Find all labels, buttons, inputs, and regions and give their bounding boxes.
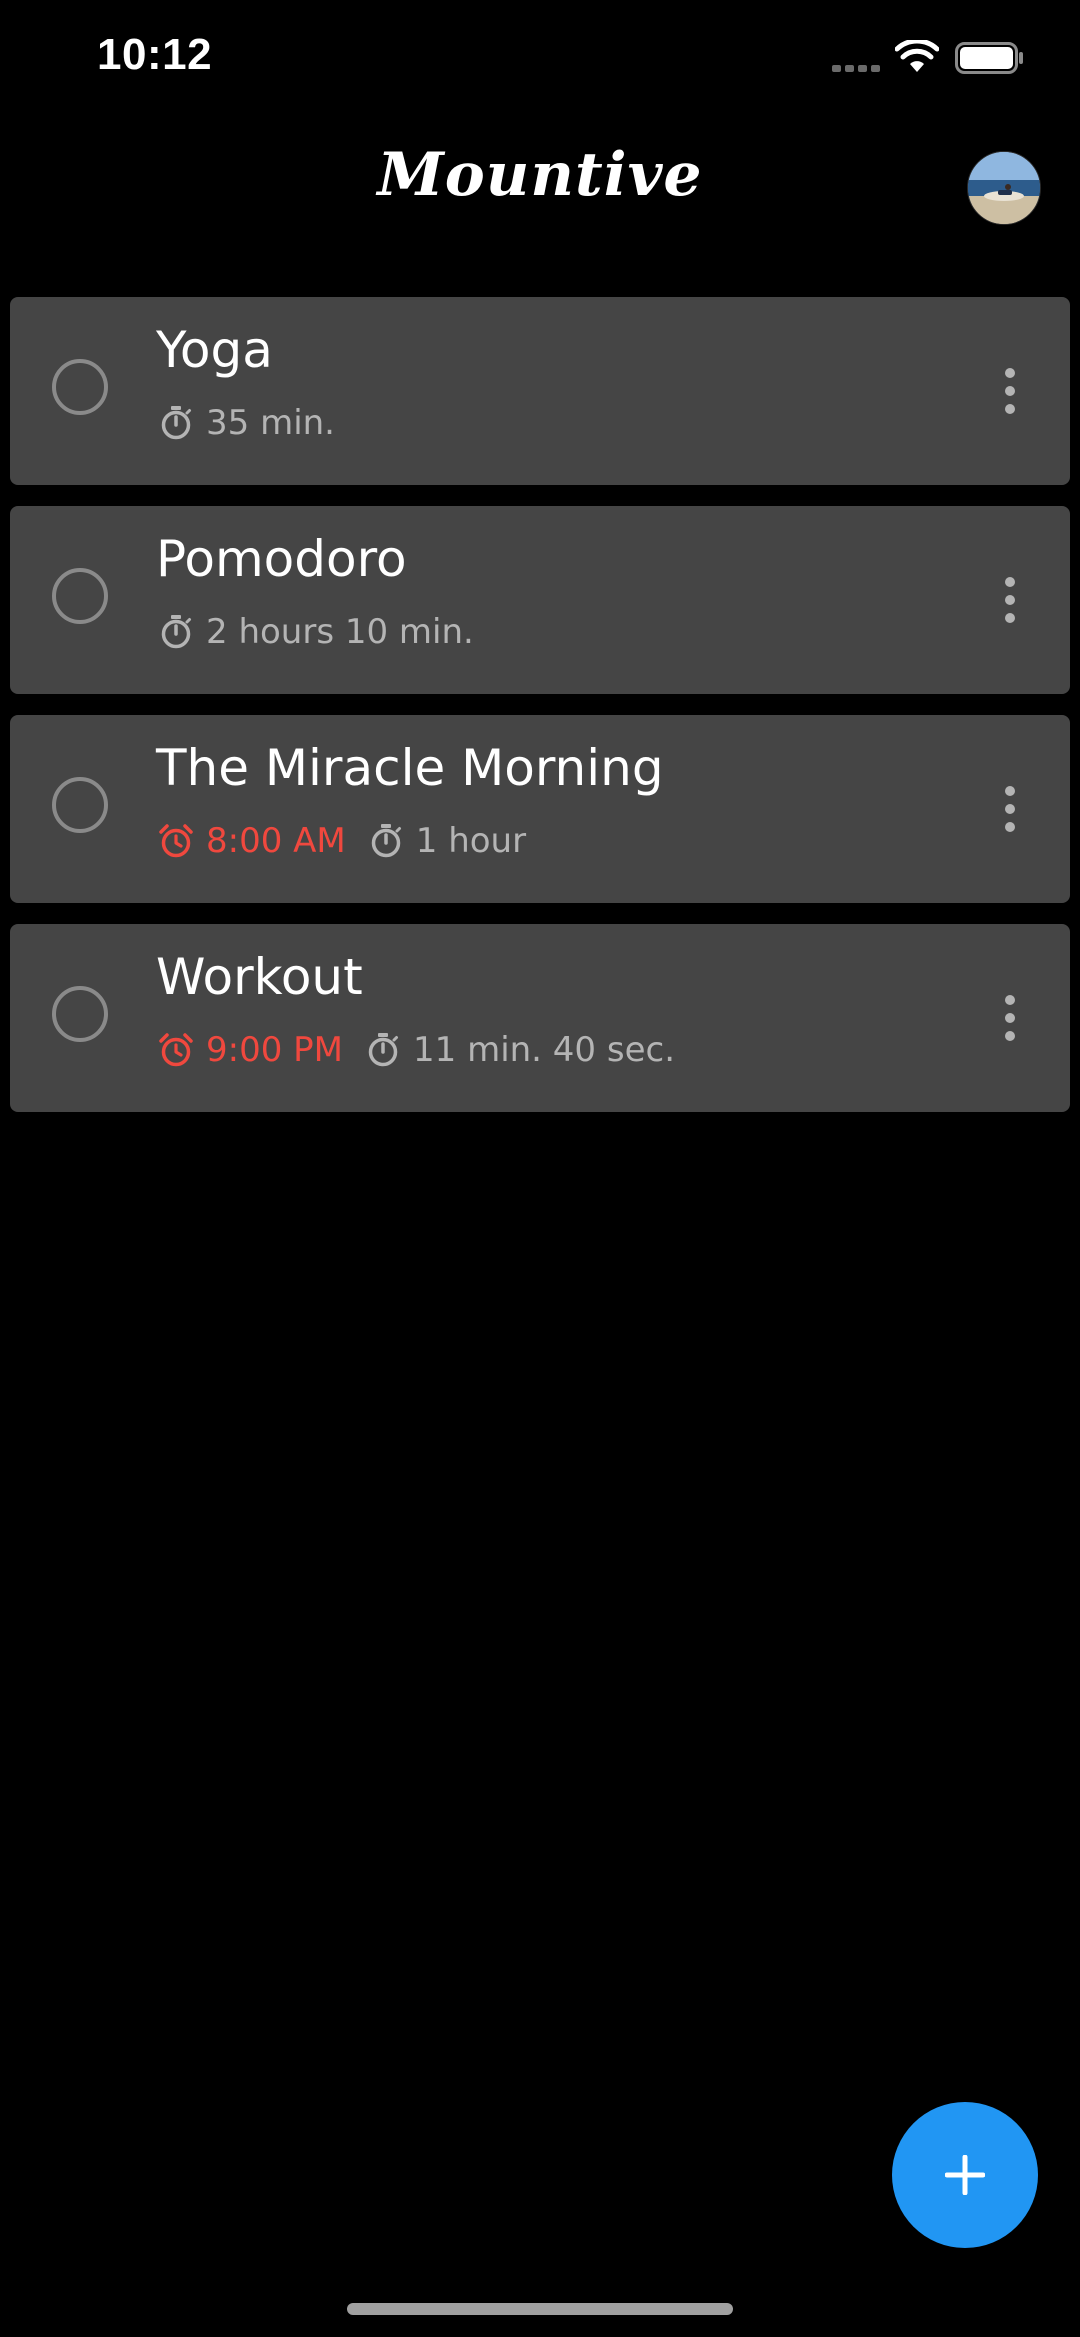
- battery-icon: [955, 42, 1023, 74]
- duration-group: 1 hour: [368, 821, 526, 861]
- add-task-button[interactable]: [892, 2102, 1038, 2248]
- more-vertical-icon[interactable]: [1002, 367, 1018, 415]
- task-list: Yoga 35 min. Pomodoro 2 hours 10 min. Th…: [10, 297, 1070, 1133]
- task-card[interactable]: Pomodoro 2 hours 10 min.: [10, 506, 1070, 694]
- stopwatch-icon: [161, 615, 191, 649]
- task-title: Workout: [156, 948, 363, 1006]
- duration-text: 1 hour: [415, 821, 527, 861]
- stopwatch-icon: [368, 1033, 398, 1067]
- alarm-group: 9:00 PM: [158, 1030, 343, 1070]
- stopwatch-icon: [371, 824, 401, 858]
- app-title: Mountive: [377, 140, 703, 210]
- avatar-image-icon: [968, 152, 1040, 224]
- duration-group: 2 hours 10 min.: [158, 612, 474, 652]
- stopwatch-icon: [161, 406, 191, 440]
- task-card[interactable]: Workout 9:00 PM 11 min. 40 sec.: [10, 924, 1070, 1112]
- home-indicator[interactable]: [347, 2303, 733, 2315]
- signal-dots-icon: [832, 65, 880, 72]
- task-meta: 9:00 PM 11 min. 40 sec.: [158, 1028, 697, 1072]
- task-meta: 8:00 AM 1 hour: [158, 819, 548, 863]
- more-vertical-icon[interactable]: [1002, 994, 1018, 1042]
- task-title: Yoga: [156, 321, 273, 379]
- wifi-icon: [895, 40, 939, 72]
- duration-text: 11 min. 40 sec.: [413, 1030, 676, 1070]
- duration-group: 11 min. 40 sec.: [365, 1030, 675, 1070]
- alarm-clock-icon: [159, 1033, 193, 1067]
- circle-checkbox-icon[interactable]: [52, 986, 108, 1042]
- task-card[interactable]: Yoga 35 min.: [10, 297, 1070, 485]
- status-time: 10:12: [97, 30, 213, 79]
- alarm-time-text: 8:00 AM: [206, 821, 346, 861]
- circle-checkbox-icon[interactable]: [52, 568, 108, 624]
- alarm-group: 8:00 AM: [158, 821, 346, 861]
- task-title: The Miracle Morning: [156, 739, 664, 797]
- status-bar: 10:12: [0, 0, 1080, 120]
- alarm-time-text: 9:00 PM: [206, 1030, 343, 1070]
- avatar[interactable]: [967, 151, 1041, 225]
- plus-icon: [945, 2155, 985, 2195]
- duration-text: 35 min.: [206, 403, 335, 443]
- circle-checkbox-icon[interactable]: [52, 359, 108, 415]
- task-title: Pomodoro: [156, 530, 407, 588]
- more-vertical-icon[interactable]: [1002, 576, 1018, 624]
- alarm-clock-icon: [159, 824, 193, 858]
- task-card[interactable]: The Miracle Morning 8:00 AM 1 hour: [10, 715, 1070, 903]
- duration-group: 35 min.: [158, 403, 335, 443]
- duration-text: 2 hours 10 min.: [206, 612, 474, 652]
- more-vertical-icon[interactable]: [1002, 785, 1018, 833]
- circle-checkbox-icon[interactable]: [52, 777, 108, 833]
- task-meta: 35 min.: [158, 401, 357, 445]
- task-meta: 2 hours 10 min.: [158, 610, 496, 654]
